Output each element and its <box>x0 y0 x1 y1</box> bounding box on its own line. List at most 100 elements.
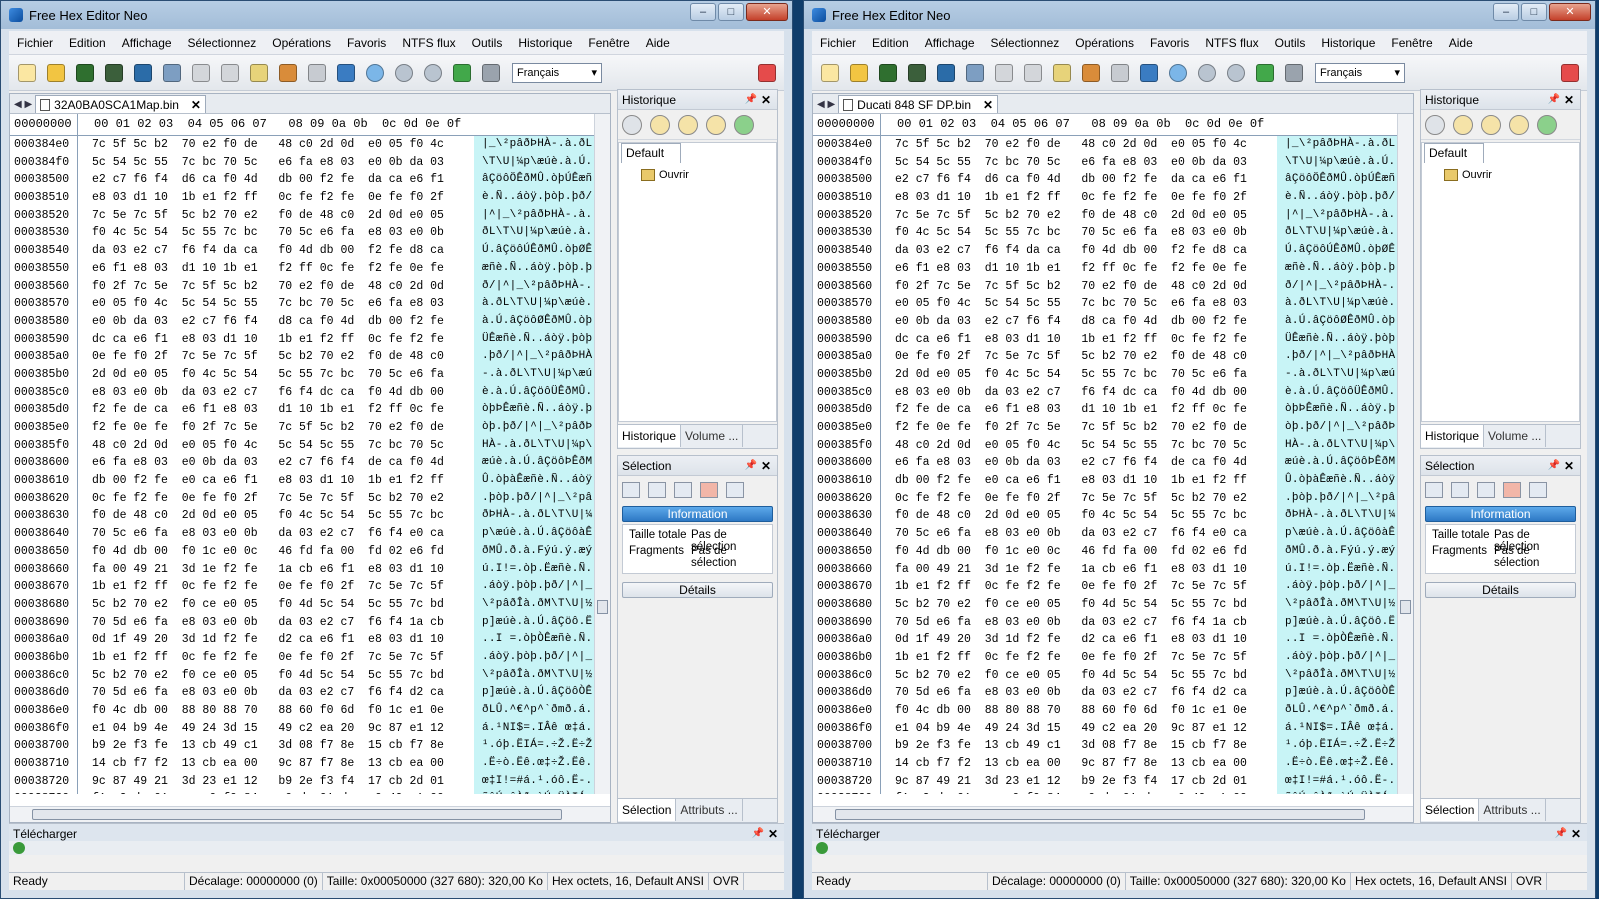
ascii-row[interactable]: \T\U|¼p\æúè.à.Ú. <box>1277 154 1397 172</box>
hex-row[interactable]: e6 fa e8 03 e0 0b da 03 e2 c7 f6 f4 de c… <box>78 454 474 472</box>
hex-row[interactable]: 0c fe f2 fe 0e fe f0 2f 7c 5e 7c 5f 5c b… <box>78 490 474 508</box>
menu-edition[interactable]: Edition <box>61 36 114 50</box>
ascii-row[interactable]: HÀ-.à.ðL\T\U|¼p\ <box>474 437 594 455</box>
pin-icon[interactable]: 📌 <box>745 456 757 476</box>
ascii-row[interactable]: á.¹NI$=.IÂê œ‡á. <box>1277 720 1397 738</box>
hex-row[interactable]: f0 2f 7c 5e 7c 5f 5c b2 70 e2 f0 de 48 c… <box>78 278 474 296</box>
pin-icon[interactable]: 📌 <box>1548 456 1560 476</box>
hex-row[interactable]: 2d 0d e0 05 f0 4c 5c 54 5c 55 7c bc 70 5… <box>881 366 1277 384</box>
ascii-row[interactable]: -.à.ðL\T\U|¼p\æú <box>1277 366 1397 384</box>
undo-icon[interactable] <box>189 61 213 85</box>
ascii-row[interactable]: âÇöôÖÊðMÛ.òþÚÊæñ <box>474 171 594 189</box>
hex-row[interactable]: 5c 54 5c 55 7c bc 70 5c e6 fa e8 03 e0 0… <box>881 154 1277 172</box>
redo-icon[interactable] <box>218 61 242 85</box>
menu-historique[interactable]: Historique <box>1313 36 1383 50</box>
redo-icon[interactable] <box>1021 61 1045 85</box>
ascii-row[interactable]: ðÞHÀ-.à.ðL\T\U|¼ <box>1277 507 1397 525</box>
ascii-row[interactable]: ..I =.òþÒÊæñè.Ñ. <box>474 631 594 649</box>
title-bar[interactable]: Free Hex Editor Neo ‒ □ ✕ <box>804 1 1595 29</box>
ascii-row[interactable]: œ‡I!=#á.¹.óô.Ë-. <box>474 773 594 791</box>
ascii-row[interactable]: ðÞHÀ-.à.ðL\T\U|¼ <box>474 507 594 525</box>
ascii-row[interactable]: ÜÊæñè.Ñ..áòÿ.þòþ <box>474 331 594 349</box>
hex-row[interactable]: f0 4c db 00 88 80 88 70 88 60 f0 6d f0 1… <box>881 702 1277 720</box>
ascii-row[interactable]: .þð/|^|_\²pâðÞHÀ <box>1277 348 1397 366</box>
select-range-icon[interactable] <box>1503 482 1521 498</box>
hex-data-view[interactable]: 000384e0 000384f0 00038500 00038510 00038520… <box>10 136 594 794</box>
hex-row[interactable]: 7c 5e 7c 5f 5c b2 70 e2 f0 de 48 c0 2d 0… <box>881 207 1277 225</box>
tools-icon[interactable] <box>1282 61 1306 85</box>
hex-row[interactable]: e1 04 b9 4e 49 24 3d 15 49 c2 ea 20 9c 8… <box>78 720 474 738</box>
hex-row[interactable]: 0c fe f2 fe 0e fe f0 2f 7c 5e 7c 5f 5c b… <box>881 490 1277 508</box>
close-panel-icon[interactable]: ✕ <box>1564 456 1574 476</box>
history-add-icon[interactable] <box>1509 114 1529 135</box>
hex-row[interactable]: f0 4d db 00 f0 1c e0 0c 46 fd fa 00 fd 0… <box>881 543 1277 561</box>
hex-row[interactable]: fa 00 49 21 3d 1e f2 fe 1a cb e6 f1 e8 0… <box>78 561 474 579</box>
close-panel-icon[interactable]: ✕ <box>761 90 771 110</box>
ascii-row[interactable]: \²pâðÎà.ðM\T\U|½ <box>1277 596 1397 614</box>
vertical-scrollbar[interactable] <box>1397 114 1413 794</box>
hex-row[interactable]: 5c b2 70 e2 f0 ce e0 05 f0 4d 5c 54 5c 5… <box>881 596 1277 614</box>
ascii-row[interactable]: ðMÛ.ð.à.Fýú.ý.æý <box>1277 543 1397 561</box>
ascii-row[interactable]: HÀ-.à.ðL\T\U|¼p\ <box>1277 437 1397 455</box>
print-icon[interactable] <box>963 61 987 85</box>
hex-row[interactable]: e0 05 f0 4c 5c 54 5c 55 7c bc 70 5c e6 f… <box>881 295 1277 313</box>
download-start-icon[interactable] <box>816 842 828 854</box>
tab-selection[interactable]: Sélection <box>618 799 677 821</box>
hex-data-view[interactable]: 000384e0 000384f0 00038500 00038510 00038520… <box>813 136 1397 794</box>
ascii-row[interactable]: .áòÿ.þòþ.þð/|^|_ <box>474 578 594 596</box>
find-icon[interactable] <box>363 61 387 85</box>
hex-row[interactable]: 14 cb f7 f2 13 cb ea 00 9c 87 f7 8e 13 c… <box>78 755 474 773</box>
ascii-row[interactable]: \²pâðÎà.ðM\T\U|½ <box>1277 667 1397 685</box>
new-file-icon[interactable] <box>15 61 39 85</box>
select-grid-icon[interactable] <box>1425 482 1443 498</box>
hex-row[interactable]: f0 4d db 00 f0 1c e0 0c 46 fd fa 00 fd 0… <box>78 543 474 561</box>
tab-attributs[interactable]: Attributs ... <box>676 799 743 821</box>
ascii-row[interactable]: è.Ñ..áòÿ.þòþ.þð/ <box>1277 189 1397 207</box>
hex-row[interactable]: e8 03 d1 10 1b e1 f2 ff 0c fe f2 fe 0e f… <box>881 189 1277 207</box>
history-default-tab[interactable]: Default <box>621 143 681 163</box>
hex-row[interactable]: e8 03 e0 0b da 03 e2 c7 f6 f4 dc ca f0 4… <box>881 384 1277 402</box>
hex-row[interactable]: b9 2e f3 fe 13 cb 49 c1 3d 08 f7 8e 15 c… <box>78 737 474 755</box>
hex-row[interactable]: f0 de 48 c0 2d 0d e0 05 f0 4c 5c 54 5c 5… <box>78 507 474 525</box>
menu-selectionnez[interactable]: Sélectionnez <box>983 36 1068 50</box>
tab-volume[interactable]: Volume ... <box>681 425 744 447</box>
ascii-row[interactable]: òþÞÊæñè.Ñ..áòÿ.þ <box>474 401 594 419</box>
hex-row[interactable]: f2 fe de ca e6 f1 e8 03 d1 10 1b e1 f2 f… <box>881 401 1277 419</box>
close-tab-icon[interactable]: ✕ <box>983 98 993 112</box>
hex-row[interactable]: 5c 54 5c 55 7c bc 70 5c e6 fa e8 03 e0 0… <box>78 154 474 172</box>
ascii-row[interactable]: à.Ú.âÇöôØÊðMÛ.òþ <box>1277 313 1397 331</box>
ascii-row[interactable]: \²pâðÎà.ðM\T\U|½ <box>474 596 594 614</box>
ascii-row[interactable]: p\æúè.à.Ú.âÇöôàÊ <box>474 525 594 543</box>
hex-row[interactable]: e6 f1 e8 03 d1 10 1b e1 f2 ff 0c fe f2 f… <box>78 260 474 278</box>
ascii-row[interactable]: ú.I!=.òþ.Ëæñè.Ñ. <box>474 561 594 579</box>
history-list-icon[interactable] <box>1481 114 1501 135</box>
scroll-thumb[interactable] <box>597 600 608 614</box>
select-block-icon[interactable] <box>1477 482 1495 498</box>
hex-row[interactable]: e8 03 d1 10 1b e1 f2 ff 0c fe f2 fe 0e f… <box>78 189 474 207</box>
scroll-thumb[interactable] <box>32 809 562 820</box>
ascii-row[interactable]: .þòþ.þð/|^|_\²pâ <box>474 490 594 508</box>
ascii-row[interactable]: ðLÛ.^€^p^`ðmð.á. <box>474 702 594 720</box>
hex-row[interactable]: f0 de 48 c0 2d 0d e0 05 f0 4c 5c 54 5c 5… <box>881 507 1277 525</box>
ascii-column[interactable]: |_\²pâðÞHÀ-.à.ðL \T\U|¼p\æúè.à.Ú. âÇöôÖÊðM… <box>1277 136 1397 794</box>
hex-row[interactable]: 70 5c e6 fa e8 03 e0 0b da 03 e2 c7 f6 f… <box>78 525 474 543</box>
close-tab-icon[interactable]: ✕ <box>191 98 201 112</box>
minimize-button[interactable]: ‒ <box>690 3 716 21</box>
ascii-row[interactable]: |^|_\²pâðÞHÀ-.à. <box>474 207 594 225</box>
menu-outils[interactable]: Outils <box>1267 36 1314 50</box>
ascii-row[interactable]: ¹.óþ.ËIÁ=.÷Ž.Ë÷Ž <box>474 737 594 755</box>
ascii-row[interactable]: ñâÚ.îÀð„àÚ.ÜÀIÁ. <box>1277 790 1397 794</box>
history-add-icon[interactable] <box>706 114 726 135</box>
clear-selection-icon[interactable] <box>648 482 666 498</box>
hex-row[interactable]: 9c 87 49 21 3d 23 e1 12 b9 2e f3 f4 17 c… <box>881 773 1277 791</box>
help-chart-icon[interactable] <box>755 61 779 85</box>
ascii-row[interactable]: |_\²pâðÞHÀ-.à.ðL <box>1277 136 1397 154</box>
menu-favoris[interactable]: Favoris <box>339 36 394 50</box>
export-icon[interactable] <box>1137 61 1161 85</box>
ascii-row[interactable]: Ú.âÇöôÚÊðMÛ.òþØÊ <box>474 242 594 260</box>
hex-row[interactable]: 0e fe f0 2f 7c 5e 7c 5f 5c b2 70 e2 f0 d… <box>78 348 474 366</box>
save-as-icon[interactable] <box>102 61 126 85</box>
hex-row[interactable]: 1b e1 f2 ff 0c fe f2 fe 0e fe f0 2f 7c 5… <box>78 578 474 596</box>
menu-fenetre[interactable]: Fenêtre <box>580 36 637 50</box>
hex-row[interactable]: 14 cb f7 f2 13 cb ea 00 9c 87 f7 8e 13 c… <box>881 755 1277 773</box>
